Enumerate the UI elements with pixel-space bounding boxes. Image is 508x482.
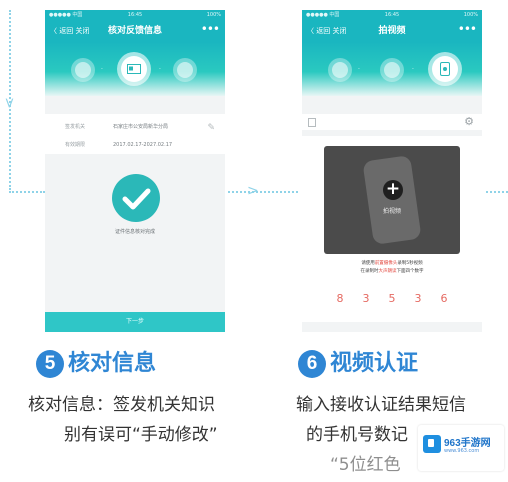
digit: 6 bbox=[440, 292, 448, 305]
field-label: 签发机关 bbox=[65, 124, 86, 130]
id-card-icon bbox=[127, 64, 141, 74]
watermark-title: 963手游网 bbox=[444, 438, 491, 449]
record-plus-button[interactable]: + bbox=[383, 180, 403, 200]
step-indicator-1 bbox=[328, 58, 352, 82]
step-connector: · bbox=[101, 66, 103, 73]
more-menu-icon[interactable]: ••• bbox=[458, 22, 477, 36]
digit: 8 bbox=[336, 292, 344, 305]
edit-pencil-icon[interactable]: ✎ bbox=[207, 123, 215, 133]
battery-level: 100% bbox=[463, 12, 478, 18]
recording-hint: 请使用前置摄像头录制5秒视频 在录制时大声朗读下面四个数字 bbox=[360, 261, 424, 274]
status-bar: ●●●●● 中国 16:45 100% bbox=[302, 10, 482, 20]
video-preview[interactable]: + 拍视频 bbox=[324, 146, 460, 254]
phone-video-icon bbox=[440, 62, 450, 76]
step-5-number: 5 bbox=[36, 350, 64, 378]
site-logo-icon bbox=[423, 435, 441, 453]
step-indicator-3 bbox=[173, 58, 197, 82]
site-watermark: 963手游网 www.963.com bbox=[418, 425, 504, 471]
success-check-icon bbox=[112, 174, 160, 222]
step-6-number: 6 bbox=[298, 350, 326, 378]
battery-level: 100% bbox=[206, 12, 221, 18]
phone-screen-verify-info: ●●●●● 中国 16:45 100% 〈 返回 关闭 核对反馈信息 ••• ·… bbox=[45, 10, 225, 332]
check-status-caption: 证件信息核对完成 bbox=[114, 229, 155, 235]
step-5-description-line1: 核对信息：签发机关知识 bbox=[28, 395, 215, 415]
step-connector: · bbox=[358, 66, 360, 73]
digit: 3 bbox=[414, 292, 422, 305]
step-6-description-line1: 输入接收认证结果短信 bbox=[296, 395, 466, 415]
nav-bar: 〈 返回 关闭 核对反馈信息 ••• bbox=[45, 20, 225, 42]
flow-line-right bbox=[486, 191, 508, 193]
field-value: 2017.02.17-2027.02.17 bbox=[113, 142, 173, 148]
digit: 5 bbox=[388, 292, 396, 305]
step-6-description-line3: “5位红色 bbox=[330, 455, 401, 475]
phone-screen-video: ●●●●● 中国 16:45 100% 〈 返回 关闭 拍视频 ••• · · … bbox=[302, 10, 482, 332]
field-row: 签发机关 石家庄市公安局新华分局 bbox=[53, 122, 217, 132]
status-bar: ●●●●● 中国 16:45 100% bbox=[45, 10, 225, 20]
record-checkbox-icon[interactable] bbox=[308, 118, 316, 127]
nav-bar: 〈 返回 关闭 拍视频 ••• bbox=[302, 20, 482, 42]
digit: 3 bbox=[362, 292, 370, 305]
step-connector: · bbox=[159, 66, 161, 73]
step-6-title: 视频认证 bbox=[330, 351, 419, 376]
field-row: 有效期限 2017.02.17-2027.02.17 bbox=[53, 140, 217, 150]
flow-arrow-down-icon: > bbox=[0, 97, 17, 109]
step-indicator-current bbox=[117, 52, 151, 86]
flow-line-middle bbox=[228, 191, 298, 193]
flow-line-left bbox=[9, 191, 45, 193]
clock: 16:45 bbox=[384, 12, 400, 18]
id-info-card: 签发机关 石家庄市公安局新华分局 有效期限 2017.02.17-2027.02… bbox=[45, 114, 225, 154]
step-5-description-line2: 别有误可“手动修改” bbox=[64, 425, 218, 445]
step-connector: · bbox=[412, 66, 414, 73]
settings-gear-icon[interactable]: ⚙ bbox=[464, 115, 474, 128]
verification-digits: 8 3 5 3 6 bbox=[330, 292, 454, 306]
more-menu-icon[interactable]: ••• bbox=[201, 22, 220, 36]
page-title: 拍视频 bbox=[378, 26, 406, 36]
step-5-title: 核对信息 bbox=[68, 351, 157, 376]
page-title: 核对反馈信息 bbox=[107, 26, 162, 36]
step-6-description-line2: 的手机号数记 bbox=[306, 425, 408, 445]
record-bar: ⚙ bbox=[302, 114, 482, 130]
next-step-button[interactable]: 下一步 bbox=[45, 312, 225, 332]
field-value: 石家庄市公安局新华分局 bbox=[113, 124, 169, 130]
progress-steps: · · bbox=[45, 42, 225, 96]
progress-steps: · · bbox=[302, 42, 482, 96]
hand-phone-image bbox=[362, 155, 422, 245]
clock: 16:45 bbox=[127, 12, 143, 18]
step-indicator-1 bbox=[71, 58, 95, 82]
watermark-url: www.963.com bbox=[444, 448, 480, 454]
record-label: 拍视频 bbox=[382, 208, 401, 215]
flow-arrow-right-icon: > bbox=[247, 183, 259, 199]
field-label: 有效期限 bbox=[65, 142, 86, 148]
step-indicator-2 bbox=[380, 58, 404, 82]
step-indicator-current bbox=[428, 52, 462, 86]
